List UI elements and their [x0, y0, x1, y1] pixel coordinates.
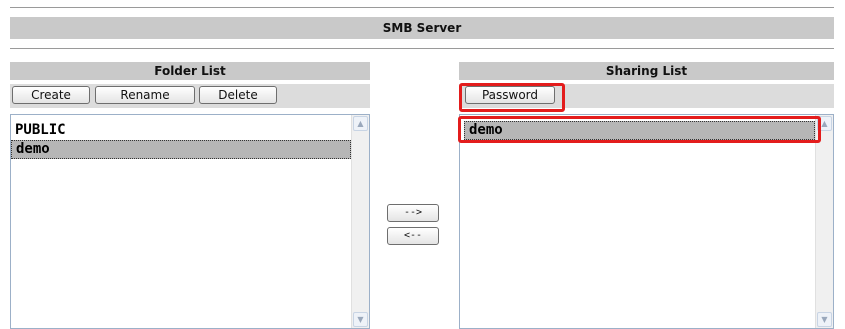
demo-highlight-box	[458, 116, 821, 143]
top-divider	[10, 7, 834, 8]
list-item[interactable]: PUBLIC	[11, 121, 351, 140]
sharing-list-scrollbar[interactable]: ▲ ▼	[815, 115, 833, 328]
scroll-up-arrow-icon[interactable]: ▲	[353, 116, 368, 131]
section-divider	[10, 48, 834, 49]
scroll-down-arrow-icon[interactable]: ▼	[817, 312, 832, 327]
folder-list-scrollbar[interactable]: ▲ ▼	[351, 115, 369, 328]
folder-list-box[interactable]: PUBLIC demo ▲ ▼	[10, 114, 370, 329]
scroll-down-arrow-icon[interactable]: ▼	[353, 312, 368, 327]
sharing-list-header: Sharing List	[459, 62, 834, 80]
sharing-list-box[interactable]: demo ▲ ▼	[459, 114, 834, 329]
add-to-sharing-button[interactable]: -->	[387, 204, 439, 222]
rename-button[interactable]: Rename	[95, 86, 195, 104]
section-title: SMB Server	[10, 17, 834, 39]
folder-list-toolbar: Create Rename Delete	[10, 84, 370, 108]
list-item[interactable]: demo	[11, 140, 351, 159]
delete-button[interactable]: Delete	[199, 86, 277, 104]
create-button[interactable]: Create	[12, 86, 90, 104]
password-highlight-box	[459, 83, 565, 112]
folder-list-header: Folder List	[10, 62, 370, 80]
remove-from-sharing-button[interactable]: <--	[387, 227, 439, 245]
